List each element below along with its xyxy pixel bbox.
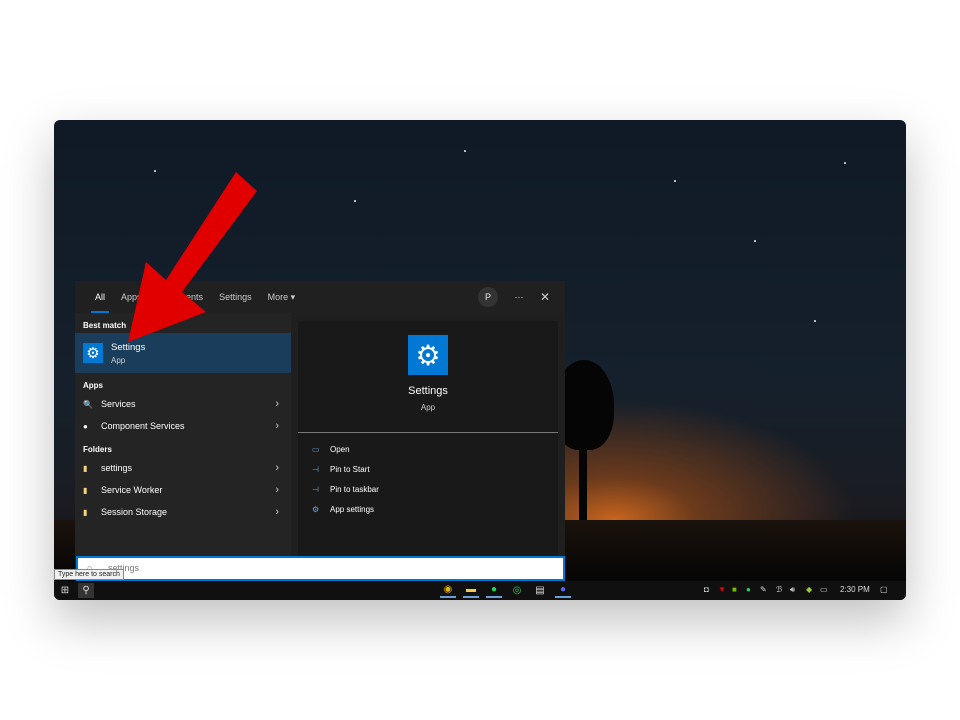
red-arrow-annotation [128, 172, 257, 342]
arrow-shape [128, 172, 257, 342]
